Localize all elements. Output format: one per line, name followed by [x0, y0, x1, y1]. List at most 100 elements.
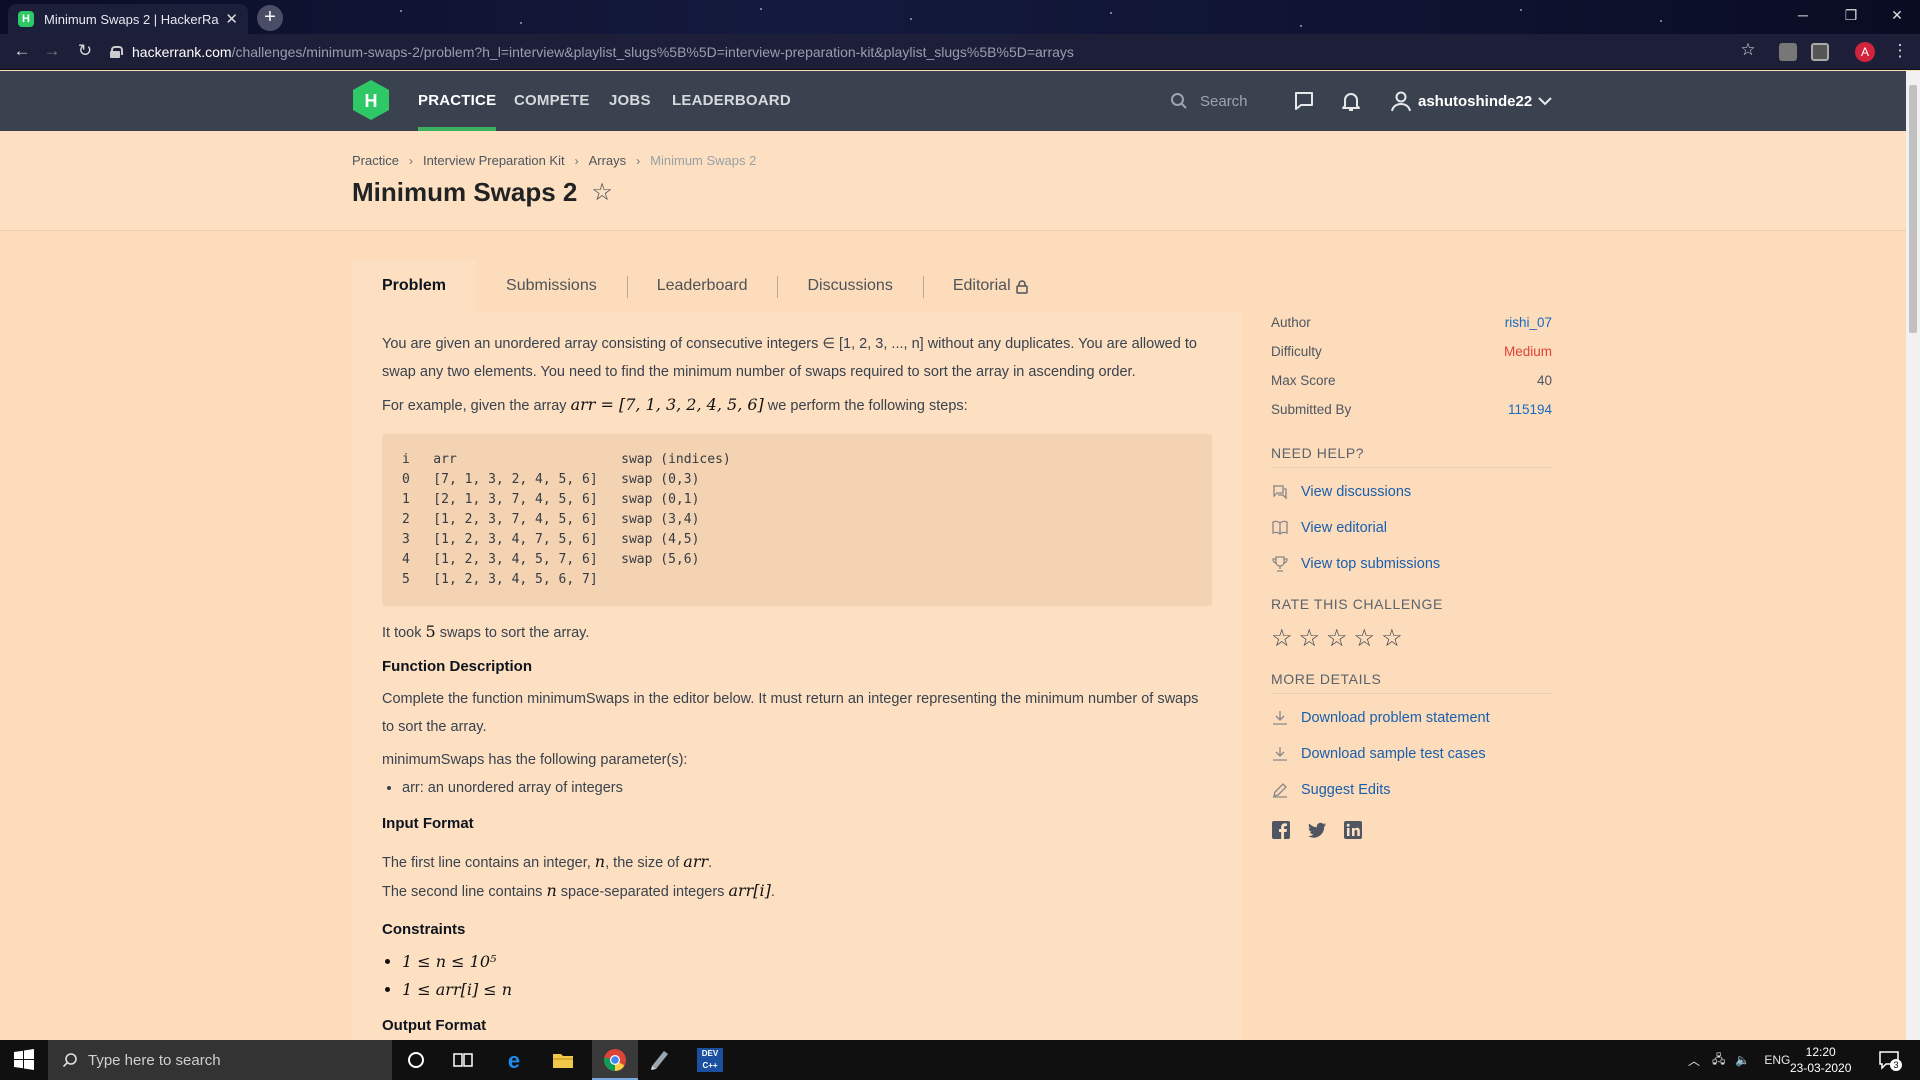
var-arr: arr: [683, 852, 709, 871]
minimize-icon[interactable]: ─: [1780, 0, 1826, 30]
windows-start-icon[interactable]: [12, 1048, 36, 1072]
chevron-right-icon: ›: [408, 153, 413, 168]
linkedin-icon[interactable]: [1343, 820, 1363, 840]
function-description-text: Complete the function minimumSwaps in th…: [382, 691, 1199, 735]
extension-icon[interactable]: [1779, 43, 1797, 61]
nav-leaderboard[interactable]: LEADERBOARD: [672, 71, 791, 131]
system-tray: ︿ 🖧 🔈 ENG: [1688, 1040, 1790, 1080]
nav-practice[interactable]: PRACTICE: [418, 71, 497, 131]
author-label: Author: [1271, 315, 1311, 330]
rating-star-icon[interactable]: ☆: [1354, 624, 1376, 653]
submitted-link[interactable]: 115194: [1508, 402, 1552, 417]
download-statement-link[interactable]: Download problem statement: [1271, 700, 1552, 736]
download-testcases-link[interactable]: Download sample test cases: [1271, 736, 1552, 772]
breadcrumb-interview-kit[interactable]: Interview Preparation Kit: [423, 153, 565, 168]
bookmark-star-icon[interactable]: ☆: [1736, 40, 1760, 62]
file-explorer-icon[interactable]: [551, 1048, 575, 1072]
challenge-tabs: Problem Submissions Leaderboard Discussi…: [352, 260, 1240, 312]
tab-problem[interactable]: Problem: [352, 260, 477, 312]
pencil-icon: [1273, 783, 1287, 798]
suggest-edits-link[interactable]: Suggest Edits: [1271, 772, 1552, 808]
download-icon: [1273, 711, 1287, 725]
reload-icon[interactable]: ↻: [73, 41, 97, 63]
system-clock[interactable]: 12:20 23-03-2020: [1790, 1044, 1851, 1076]
close-window-icon[interactable]: ✕: [1874, 0, 1920, 30]
breadcrumb-current: Minimum Swaps 2: [650, 153, 757, 168]
download-icon: [1273, 747, 1287, 761]
need-help-heading: NEED HELP?: [1271, 436, 1552, 468]
language-indicator[interactable]: ENG: [1764, 1053, 1790, 1067]
search-icon: [1171, 93, 1187, 109]
taskbar-search[interactable]: Type here to search: [48, 1040, 392, 1080]
tab-discussions[interactable]: Discussions: [777, 260, 922, 312]
suggest-edits-label: Suggest Edits: [1301, 782, 1391, 798]
download-testcases-label: Download sample test cases: [1301, 746, 1486, 762]
windows-taskbar: Type here to search e DEV C++ ︿ 🖧 🔈 ENG 1…: [0, 1040, 1920, 1080]
back-icon[interactable]: ←: [10, 41, 34, 63]
constraints-list: 1 ≤ n ≤ 10⁵ 1 ≤ arr[i] ≤ n: [382, 948, 1212, 1004]
rating-star-icon[interactable]: ☆: [1381, 624, 1403, 653]
notifications-bell-icon[interactable]: [1339, 89, 1363, 113]
cortana-icon[interactable]: [404, 1048, 428, 1072]
new-tab-button[interactable]: +: [257, 5, 283, 31]
tab-close-icon[interactable]: ✕: [225, 10, 238, 28]
download-statement-label: Download problem statement: [1301, 710, 1490, 726]
discussion-icon: [1273, 485, 1287, 500]
edge-browser-icon[interactable]: e: [502, 1048, 526, 1072]
lock-icon: [1015, 280, 1028, 294]
tray-expand-icon[interactable]: ︿: [1688, 1052, 1700, 1069]
input-line-1-mid: , the size of: [605, 855, 684, 871]
task-view-icon[interactable]: [451, 1048, 475, 1072]
var-n: n: [546, 881, 557, 900]
rating-star-icon[interactable]: ☆: [1299, 624, 1321, 653]
hackerrank-logo-icon[interactable]: H: [352, 79, 390, 121]
facebook-icon[interactable]: [1271, 820, 1291, 840]
submitted-row: Submitted By 115194: [1271, 395, 1552, 424]
url-path: /challenges/minimum-swaps-2/problem?h_l=…: [231, 44, 1074, 60]
tab-leaderboard[interactable]: Leaderboard: [626, 260, 778, 312]
search-box[interactable]: Search: [1170, 87, 1270, 115]
menu-kebab-icon[interactable]: ⋮: [1888, 41, 1912, 63]
search-placeholder: Search: [1200, 92, 1248, 110]
chrome-taskbar-active[interactable]: [592, 1040, 638, 1080]
volume-icon[interactable]: 🔈: [1735, 1053, 1750, 1067]
breadcrumb-practice[interactable]: Practice: [352, 153, 399, 168]
tab-editorial[interactable]: Editorial: [922, 260, 1058, 312]
action-center-icon[interactable]: 3: [1878, 1050, 1902, 1071]
scrollbar-thumb[interactable]: [1909, 85, 1917, 333]
author-link[interactable]: rishi_07: [1505, 315, 1552, 330]
nav-compete[interactable]: COMPETE: [514, 71, 590, 131]
rating-stars: ☆ ☆ ☆ ☆ ☆: [1271, 618, 1552, 658]
author-row: Author rishi_07: [1271, 308, 1552, 337]
messages-icon[interactable]: [1292, 89, 1316, 113]
profile-avatar[interactable]: A: [1855, 42, 1875, 62]
maxscore-label: Max Score: [1271, 373, 1336, 388]
tab-submissions[interactable]: Submissions: [476, 260, 627, 312]
clock-time: 12:20: [1805, 1045, 1836, 1059]
notepad-app-icon[interactable]: [648, 1048, 672, 1072]
view-top-submissions-link[interactable]: View top submissions: [1271, 546, 1552, 582]
chrome-icon: [603, 1049, 626, 1071]
forward-icon[interactable]: →: [40, 41, 64, 63]
nav-jobs[interactable]: JOBS: [609, 71, 651, 131]
browser-tab[interactable]: H Minimum Swaps 2 | HackerRank ✕: [8, 4, 248, 34]
input-line-1-pre: The first line contains an integer,: [382, 855, 595, 871]
breadcrumb-arrays[interactable]: Arrays: [589, 153, 627, 168]
shield-extension-icon[interactable]: [1811, 43, 1829, 61]
network-icon[interactable]: 🖧: [1712, 1050, 1725, 1071]
devcpp-app-icon[interactable]: DEV C++: [697, 1048, 723, 1072]
user-menu[interactable]: ashutoshinde22: [1390, 71, 1552, 131]
example-text-pre: For example, given the array: [382, 398, 571, 414]
site-navbar: H PRACTICE COMPETE JOBS LEADERBOARD Sear…: [0, 71, 1906, 131]
restore-icon[interactable]: ❐: [1828, 0, 1874, 30]
rating-star-icon[interactable]: ☆: [1326, 624, 1348, 653]
view-discussions-link[interactable]: View discussions: [1271, 474, 1552, 510]
url-field[interactable]: hackerrank.com/challenges/minimum-swaps-…: [110, 39, 1770, 65]
bookmark-star-icon[interactable]: ☆: [591, 178, 613, 207]
var-n: n: [594, 852, 606, 871]
rating-star-icon[interactable]: ☆: [1271, 624, 1293, 653]
twitter-icon[interactable]: [1307, 820, 1327, 840]
view-editorial-link[interactable]: View editorial: [1271, 510, 1552, 546]
input-line-1-post: .: [708, 855, 713, 871]
page-scrollbar[interactable]: [1906, 71, 1920, 1040]
